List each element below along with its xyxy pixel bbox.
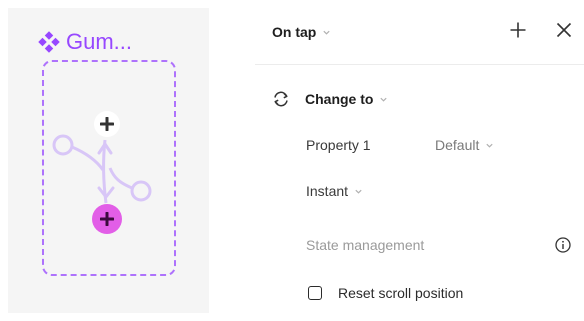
- state-management-text: State management: [306, 237, 425, 253]
- close-icon: [556, 22, 572, 38]
- hotspot-top[interactable]: [94, 111, 120, 137]
- chevron-down-icon: [380, 97, 388, 102]
- reset-scroll-label: Reset scroll position: [338, 285, 464, 301]
- interaction-panel: On tap Change to Property 1 Default Inst…: [255, 0, 584, 321]
- property-name: Property 1: [306, 137, 371, 153]
- connection-node-right: [130, 180, 152, 202]
- trigger-dropdown[interactable]: On tap: [272, 22, 331, 42]
- prototype-interaction-view: Gum... On tap Change to Property 1 Defau…: [0, 0, 584, 321]
- plus-icon: [100, 117, 114, 131]
- state-management-label: State management: [306, 235, 424, 255]
- property-value-dropdown[interactable]: Default: [435, 137, 494, 153]
- connection-node-left: [52, 134, 74, 156]
- action-dropdown[interactable]: Change to: [271, 89, 388, 109]
- trigger-label: On tap: [272, 24, 317, 40]
- add-interaction-button[interactable]: [506, 18, 530, 42]
- chevron-down-icon: [323, 30, 330, 35]
- header-actions: [506, 18, 576, 42]
- divider: [255, 64, 584, 65]
- property-value: Default: [435, 137, 480, 153]
- swap-arrows-icon: [274, 91, 288, 107]
- reset-scroll-checkbox[interactable]: [308, 286, 322, 300]
- connection-line-left: [71, 145, 105, 171]
- connection-line-right: [108, 167, 133, 190]
- chevron-down-icon: [355, 189, 362, 194]
- action-label: Change to: [305, 91, 374, 107]
- animation-value: Instant: [306, 183, 349, 199]
- chevron-down-icon: [486, 143, 493, 148]
- property-row: Property 1 Default: [306, 135, 494, 155]
- plus-icon: [100, 212, 114, 226]
- close-button[interactable]: [552, 18, 576, 42]
- plus-icon: [510, 22, 526, 38]
- prototype-connections: [52, 134, 152, 204]
- animation-dropdown[interactable]: Instant: [306, 181, 363, 201]
- reset-scroll-option[interactable]: Reset scroll position: [308, 282, 463, 304]
- canvas-area[interactable]: Gum...: [8, 8, 209, 313]
- hotspot-bottom[interactable]: [92, 204, 122, 234]
- info-icon[interactable]: [553, 235, 573, 255]
